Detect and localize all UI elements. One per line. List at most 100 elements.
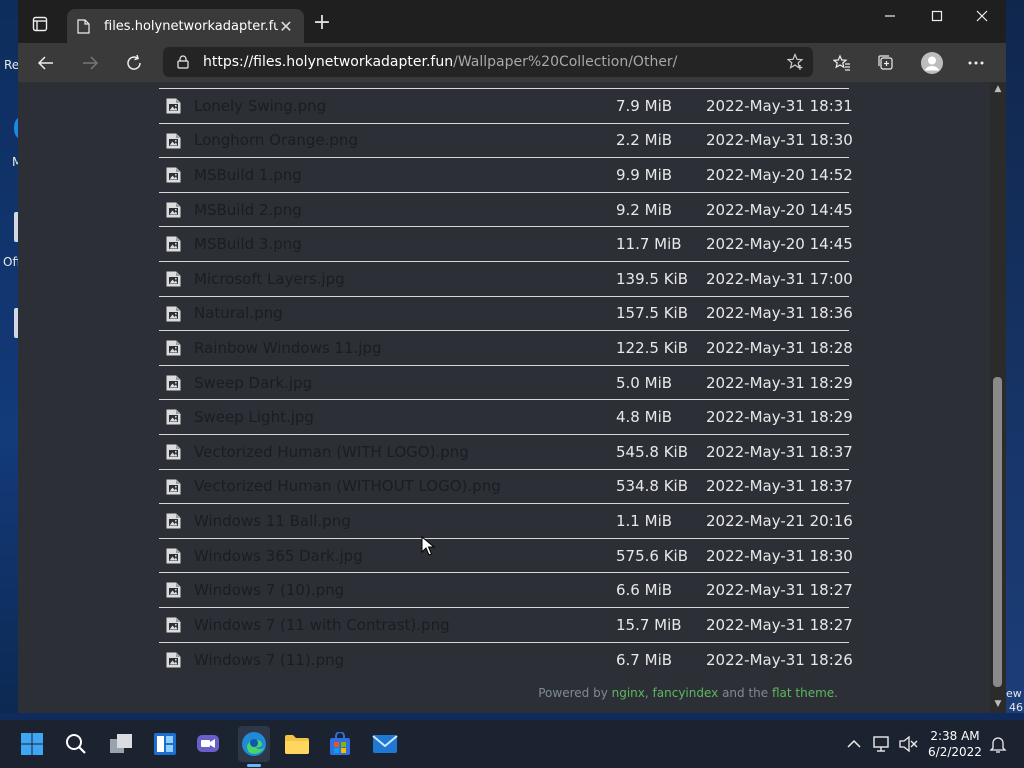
file-row[interactable]: Windows 365 Dark.jpg 575.6 KiB 2022-May-31… xyxy=(159,539,853,574)
desktop-icon-label: Re xyxy=(4,58,18,72)
maximize-icon xyxy=(931,10,943,22)
store-button[interactable] xyxy=(326,730,354,758)
clock-date: 6/2/2022 xyxy=(928,745,982,759)
file-row[interactable]: Vectorized Human (WITH LOGO).png 545.8 Ki… xyxy=(159,435,853,470)
file-name-link[interactable]: Lonely Swing.png xyxy=(194,97,326,115)
file-size: 6.7 MiB xyxy=(616,650,673,669)
arrow-right-icon xyxy=(83,56,99,70)
file-date: 2022-May-31 18:30 xyxy=(706,131,853,150)
tab-actions-button[interactable] xyxy=(28,12,52,36)
file-name-link[interactable]: MSBuild 3.png xyxy=(194,235,302,253)
image-file-icon xyxy=(166,271,181,287)
url-text: https://files.holynetworkadapter.fun/Wal… xyxy=(203,54,677,70)
file-row[interactable]: Windows 7 (11 with Contrast).png 15.7 MiB… xyxy=(159,608,853,643)
search-button[interactable] xyxy=(62,730,90,758)
tab-actions-icon xyxy=(32,16,48,32)
file-row[interactable]: Windows 11 Ball.png 1.1 MiB 2022-May-21 20… xyxy=(159,504,853,539)
notifications-button[interactable] xyxy=(988,734,1008,754)
file-size: 11.7 MiB xyxy=(616,235,682,254)
file-row[interactable]: Rainbow Windows 11.jpg 122.5 KiB 2022-May-… xyxy=(159,331,853,366)
file-name-link[interactable]: Windows 7 (10).png xyxy=(194,581,344,599)
file-row[interactable]: MSBuild 1.png 9.9 MiB 2022-May-20 14:52 xyxy=(159,158,853,193)
file-name-link[interactable]: Windows 7 (11 with Contrast).png xyxy=(194,616,450,634)
volume-button[interactable] xyxy=(898,734,918,754)
scroll-down-button[interactable]: ▼ xyxy=(993,699,1003,709)
address-bar[interactable]: https://files.holynetworkadapter.fun/Wal… xyxy=(163,47,813,77)
maximize-button[interactable] xyxy=(925,7,949,27)
tab-close-button[interactable]: ✕ xyxy=(278,17,294,36)
start-button[interactable] xyxy=(18,730,46,758)
file-size: 5.0 MiB xyxy=(616,373,673,392)
fancyindex-link[interactable]: fancyindex xyxy=(653,686,719,700)
file-name-link[interactable]: Natural.png xyxy=(194,304,283,322)
file-name-link[interactable]: Rainbow Windows 11.jpg xyxy=(194,339,382,357)
image-file-icon xyxy=(166,98,181,114)
clock-time: 2:38 AM xyxy=(930,729,980,743)
tab-bar: files.holynetworkadapter.fun ✕ + xyxy=(18,0,1006,43)
widgets-button[interactable] xyxy=(151,730,179,758)
file-name-link[interactable]: Windows 11 Ball.png xyxy=(194,512,351,530)
file-date: 2022-May-21 20:16 xyxy=(706,511,853,530)
file-name-link[interactable]: Longhorn Orange.png xyxy=(194,131,358,149)
file-row[interactable]: Sweep Light.jpg 4.8 MiB 2022-May-31 18:29 xyxy=(159,400,853,435)
file-name-link[interactable]: Windows 7 (11).png xyxy=(194,651,344,669)
file-row[interactable]: Natural.png 157.5 KiB 2022-May-31 18:36 xyxy=(159,297,853,332)
file-name-link[interactable]: MSBuild 1.png xyxy=(194,166,302,184)
forward-button[interactable] xyxy=(78,51,102,75)
file-row[interactable]: Microsoft Layers.jpg 139.5 KiB 2022-May-31… xyxy=(159,262,853,297)
minimize-button[interactable] xyxy=(878,7,902,27)
file-size: 7.9 MiB xyxy=(616,96,673,115)
edge-icon xyxy=(242,732,266,756)
file-name-link[interactable]: Vectorized Human (WITH LOGO).png xyxy=(194,443,469,461)
back-button[interactable] xyxy=(34,51,58,75)
file-name-link[interactable]: Sweep Light.jpg xyxy=(194,408,314,426)
arrow-left-icon xyxy=(37,56,53,70)
file-name-link[interactable]: Windows 365 Dark.jpg xyxy=(194,547,363,565)
vertical-scrollbar[interactable]: ▲ ▼ xyxy=(990,82,1006,713)
desktop-background-left: Re M Off xyxy=(0,0,18,728)
teams-chat-button[interactable] xyxy=(194,730,222,758)
network-button[interactable] xyxy=(872,734,892,754)
file-size: 139.5 KiB xyxy=(616,269,689,288)
file-row[interactable]: Longhorn Orange.png 2.2 MiB 2022-May-31 18… xyxy=(159,124,853,159)
task-view-button[interactable] xyxy=(107,730,135,758)
file-row[interactable]: MSBuild 2.png 9.2 MiB 2022-May-20 14:45 xyxy=(159,193,853,228)
file-row[interactable]: Vectorized Human (WITHOUT LOGO).png 534.8… xyxy=(159,470,853,505)
close-window-button[interactable] xyxy=(970,7,994,27)
favorites-button[interactable] xyxy=(830,51,854,75)
file-row[interactable]: Sweep Dark.jpg 5.0 MiB 2022-May-31 18:29 xyxy=(159,366,853,401)
tab-active[interactable]: files.holynetworkadapter.fun ✕ xyxy=(67,9,304,43)
refresh-button[interactable] xyxy=(122,51,146,75)
edge-taskbar-button[interactable] xyxy=(238,726,270,762)
collections-button[interactable] xyxy=(874,51,898,75)
file-name-link[interactable]: Sweep Dark.jpg xyxy=(194,374,312,392)
file-row[interactable]: Windows 7 (10).png 6.6 MiB 2022-May-31 18:… xyxy=(159,573,853,608)
system-clock[interactable]: 2:38 AM 6/2/2022 xyxy=(924,728,986,760)
favorites-icon xyxy=(833,54,850,71)
add-favorite-icon[interactable] xyxy=(787,53,805,71)
show-hidden-icons-button[interactable] xyxy=(844,734,864,754)
flat-theme-link[interactable]: flat theme xyxy=(772,686,834,700)
mail-button[interactable] xyxy=(371,730,399,758)
image-file-icon xyxy=(166,133,181,149)
desktop-background-strip xyxy=(0,713,1024,720)
new-tab-button[interactable]: + xyxy=(312,12,332,34)
file-row[interactable]: MSBuild 3.png 11.7 MiB 2022-May-20 14:45 xyxy=(159,227,853,262)
file-row[interactable]: Lonely Swing.png 7.9 MiB 2022-May-31 18:31 xyxy=(159,89,853,124)
file-name-link[interactable]: MSBuild 2.png xyxy=(194,201,302,219)
file-size: 575.6 KiB xyxy=(616,546,689,565)
scrollbar-thumb[interactable] xyxy=(993,377,1002,687)
file-name-link[interactable]: Vectorized Human (WITHOUT LOGO).png xyxy=(194,477,501,495)
page-content: Lonely Swing.png 7.9 MiB 2022-May-31 18:31… xyxy=(18,82,990,713)
desktop-background-right: ew 46 xyxy=(1006,0,1024,728)
file-row[interactable]: Windows 7 (11).png 6.7 MiB 2022-May-31 18:… xyxy=(159,643,853,678)
chat-icon xyxy=(197,735,219,752)
settings-menu-button[interactable] xyxy=(964,51,988,75)
scroll-up-button[interactable]: ▲ xyxy=(993,84,1003,94)
file-name-link[interactable]: Microsoft Layers.jpg xyxy=(194,270,345,288)
nginx-link[interactable]: nginx xyxy=(612,686,645,700)
file-size: 9.9 MiB xyxy=(616,165,673,184)
profile-button[interactable] xyxy=(920,51,944,75)
file-date: 2022-May-31 18:29 xyxy=(706,408,853,427)
file-explorer-button[interactable] xyxy=(283,730,311,758)
